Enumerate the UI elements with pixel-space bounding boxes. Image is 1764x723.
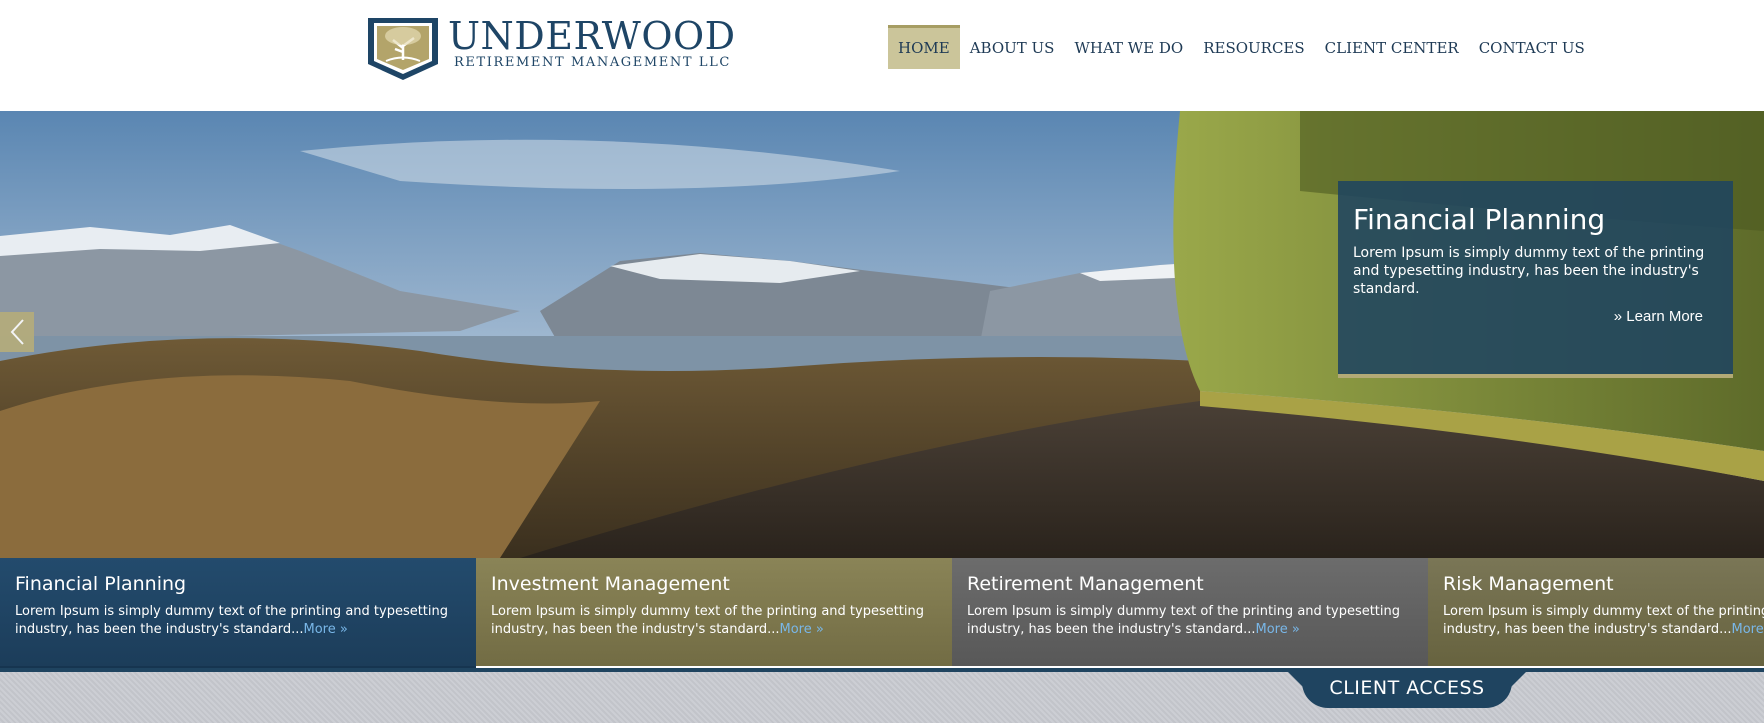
client-access-button[interactable]: CLIENT ACCESS xyxy=(1302,668,1512,708)
learn-more-link[interactable]: » Learn More xyxy=(1353,308,1718,325)
hero-caption: Financial Planning Lorem Ipsum is simply… xyxy=(1338,181,1733,378)
nav-resources[interactable]: RESOURCES xyxy=(1193,25,1314,69)
more-link[interactable]: More » xyxy=(1256,622,1300,637)
more-link[interactable]: More » xyxy=(304,622,348,637)
nav-contact-us[interactable]: CONTACT US xyxy=(1469,25,1595,69)
tile-title: Investment Management xyxy=(491,573,730,595)
service-tiles: Financial Planning Lorem Ipsum is simply… xyxy=(0,558,1764,672)
hero-caption-title: Financial Planning xyxy=(1353,203,1606,236)
logo[interactable]: UNDERWOOD RETIREMENT MANAGEMENT LLC xyxy=(366,14,735,84)
tile-text: Lorem Ipsum is simply dummy text of the … xyxy=(491,604,925,637)
logo-title: UNDERWOOD xyxy=(448,14,736,58)
tile-financial-planning[interactable]: Financial Planning Lorem Ipsum is simply… xyxy=(0,558,476,672)
chevron-left-icon xyxy=(9,318,25,346)
tile-risk-management[interactable]: Risk Management Lorem Ipsum is simply du… xyxy=(1428,558,1764,666)
tree-shield-icon xyxy=(366,14,440,82)
tile-text: Lorem Ipsum is simply dummy text of the … xyxy=(15,604,449,637)
tile-title: Risk Management xyxy=(1443,573,1614,595)
more-link[interactable]: More » xyxy=(1732,622,1764,637)
tile-text: Lorem Ipsum is simply dummy text of the … xyxy=(1443,603,1764,639)
tile-title: Retirement Management xyxy=(967,573,1204,595)
tile-title: Financial Planning xyxy=(15,573,187,595)
hero-caption-text: Lorem Ipsum is simply dummy text of the … xyxy=(1353,245,1705,297)
nav-what-we-do[interactable]: WHAT WE DO xyxy=(1064,25,1193,69)
tile-text: Lorem Ipsum is simply dummy text of the … xyxy=(967,604,1401,637)
tile-investment-management[interactable]: Investment Management Lorem Ipsum is sim… xyxy=(476,558,952,666)
nav-about-us[interactable]: ABOUT US xyxy=(960,25,1065,69)
hero-slider: Financial Planning Lorem Ipsum is simply… xyxy=(0,111,1764,558)
nav-client-center[interactable]: CLIENT CENTER xyxy=(1315,25,1469,69)
nav-home[interactable]: HOME xyxy=(888,25,960,69)
logo-subtitle: RETIREMENT MANAGEMENT LLC xyxy=(454,55,731,70)
slider-prev-button[interactable] xyxy=(0,312,34,352)
tile-retirement-management[interactable]: Retirement Management Lorem Ipsum is sim… xyxy=(952,558,1428,666)
main-nav: HOME ABOUT US WHAT WE DO RESOURCES CLIEN… xyxy=(888,25,1595,69)
more-link[interactable]: More » xyxy=(780,622,824,637)
site-header: UNDERWOOD RETIREMENT MANAGEMENT LLC HOME… xyxy=(0,0,1764,111)
